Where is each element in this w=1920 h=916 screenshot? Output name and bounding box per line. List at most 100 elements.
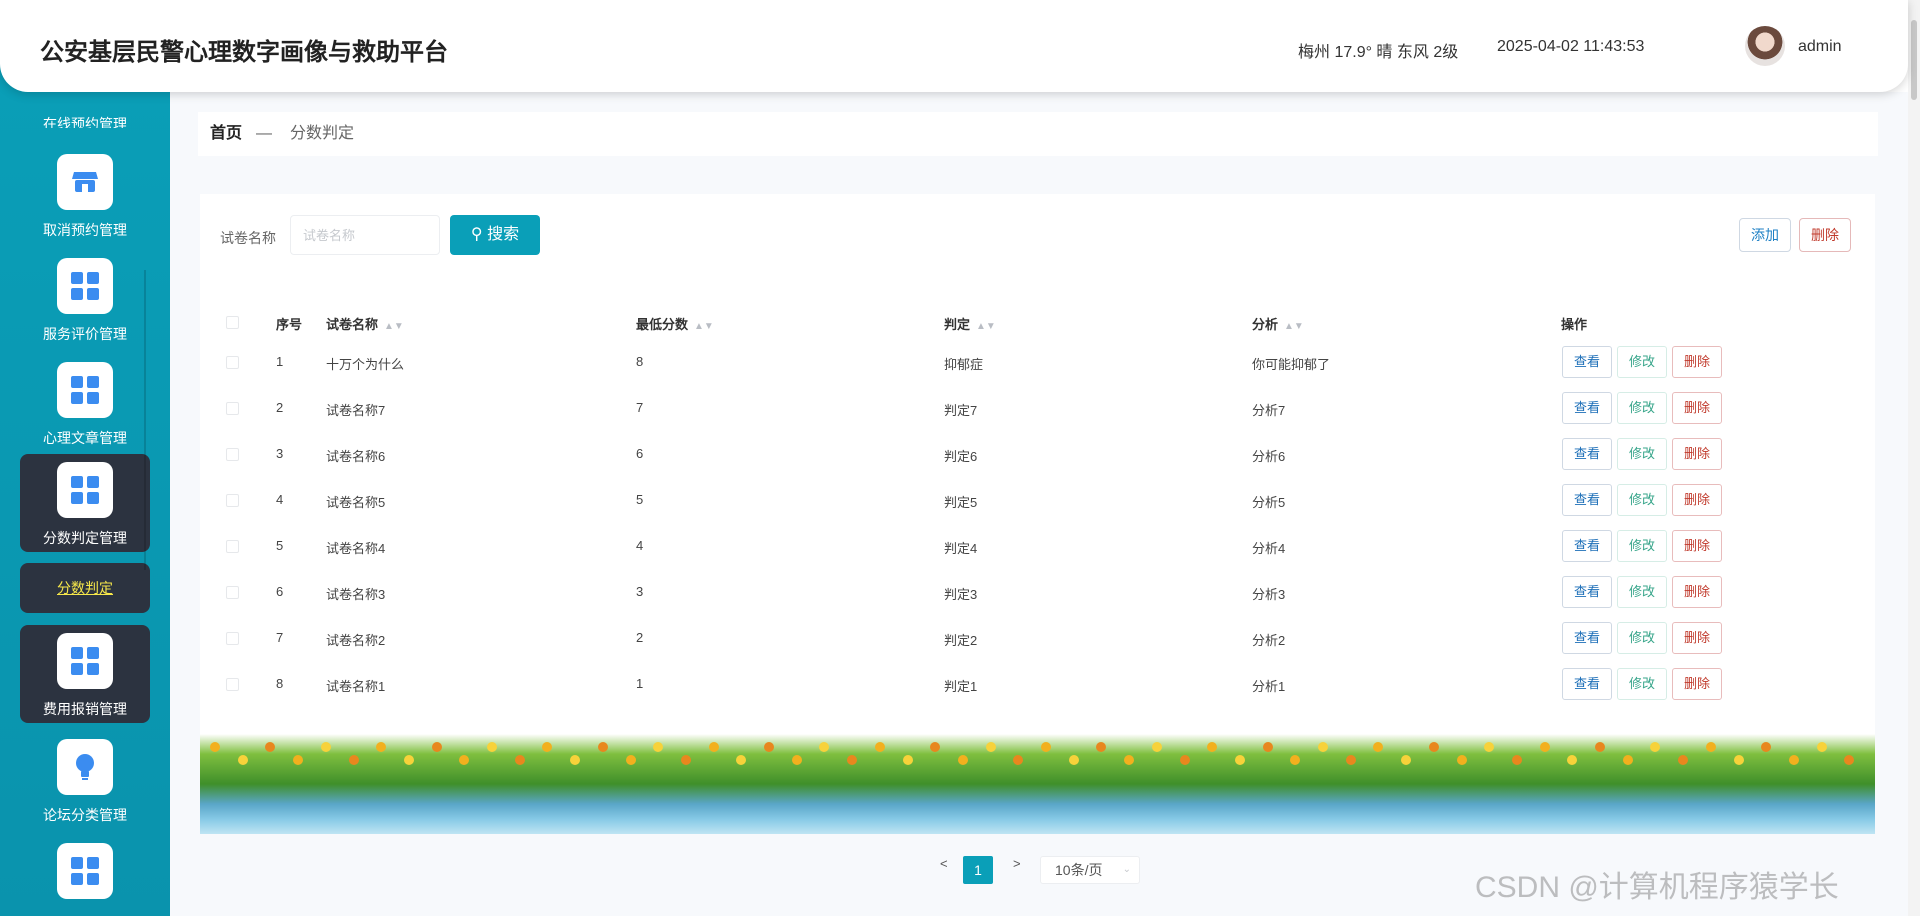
sidebar-item-cancel-booking[interactable]: 取消预约管理	[20, 146, 150, 244]
store-icon	[57, 154, 113, 210]
sort-icon[interactable]: ▲▼	[976, 321, 996, 332]
view-button[interactable]: 查看	[1562, 438, 1612, 470]
sidebar-item-more[interactable]	[20, 835, 150, 916]
flower-decoration	[320, 742, 331, 752]
delete-button[interactable]: 删除	[1672, 392, 1722, 424]
view-button[interactable]: 查看	[1562, 392, 1612, 424]
delete-button[interactable]: 删除	[1672, 668, 1722, 700]
flower-decoration	[265, 742, 276, 752]
flower-decoration	[237, 755, 248, 765]
row-checkbox[interactable]	[226, 632, 239, 645]
sidebar-item-cut-label[interactable]: 在线预约管理	[0, 104, 170, 128]
sidebar-item-articles[interactable]: 心理文章管理	[20, 354, 150, 452]
username[interactable]: admin	[1798, 38, 1842, 56]
column-header-name[interactable]: 试卷名称 ▲▼	[326, 314, 404, 333]
batch-delete-button[interactable]: 删除	[1799, 218, 1851, 252]
flower-decoration	[736, 755, 747, 765]
app-title: 公安基层民警心理数字画像与救助平台	[40, 39, 448, 66]
flower-decoration	[597, 742, 608, 752]
sidebar-item-score-judgement[interactable]: 分数判定管理	[20, 454, 150, 552]
flower-decoration	[376, 742, 387, 752]
edit-button[interactable]: 修改	[1617, 622, 1667, 654]
row-checkbox[interactable]	[226, 448, 239, 461]
scrollbar-thumb[interactable]	[1911, 20, 1917, 100]
view-button[interactable]: 查看	[1562, 576, 1612, 608]
page-scrollbar[interactable]	[1908, 0, 1920, 916]
sort-icon[interactable]: ▲▼	[694, 321, 714, 332]
sidebar-subitem-label: 分数判定	[57, 580, 113, 596]
avatar[interactable]	[1745, 26, 1785, 66]
sidebar-scrollbar[interactable]	[144, 270, 146, 570]
flower-decoration	[348, 755, 359, 765]
cell-score: 8	[636, 354, 644, 369]
flower-decoration	[1151, 742, 1162, 752]
prev-page-button[interactable]: <	[940, 856, 948, 871]
edit-button[interactable]: 修改	[1617, 668, 1667, 700]
delete-button[interactable]: 删除	[1672, 484, 1722, 516]
cell-analysis: 分析6	[1252, 449, 1286, 464]
cell-analysis: 分析3	[1252, 587, 1286, 602]
cell-analysis: 分析1	[1252, 679, 1286, 694]
datetime: 2025-04-02 11:43:53	[1497, 38, 1645, 55]
page-number-current[interactable]: 1	[963, 856, 993, 884]
flower-decoration	[680, 755, 691, 765]
edit-button[interactable]: 修改	[1617, 392, 1667, 424]
next-page-button[interactable]: >	[1013, 856, 1021, 871]
sort-icon[interactable]: ▲▼	[384, 321, 404, 332]
search-input[interactable]	[290, 215, 440, 255]
edit-button[interactable]: 修改	[1617, 438, 1667, 470]
row-checkbox[interactable]	[226, 586, 239, 599]
flower-decoration	[1207, 742, 1218, 752]
sidebar-item-label: 分数判定管理	[43, 530, 127, 546]
grass-decoration	[200, 734, 1875, 834]
edit-button[interactable]: 修改	[1617, 576, 1667, 608]
sidebar-item-expense[interactable]: 费用报销管理	[20, 625, 150, 723]
delete-button[interactable]: 删除	[1672, 438, 1722, 470]
row-checkbox[interactable]	[226, 540, 239, 553]
edit-button[interactable]: 修改	[1617, 530, 1667, 562]
edit-button[interactable]: 修改	[1617, 484, 1667, 516]
page-size-select[interactable]: 10条/页 ⌄	[1040, 856, 1140, 884]
column-header-no: 序号	[276, 317, 303, 332]
flower-decoration	[1567, 755, 1578, 765]
view-button[interactable]: 查看	[1562, 530, 1612, 562]
cell-no: 8	[276, 676, 284, 691]
row-checkbox[interactable]	[226, 356, 239, 369]
grid-icon	[57, 843, 113, 899]
column-header-verdict[interactable]: 判定 ▲▼	[944, 314, 996, 333]
cell-name: 试卷名称3	[326, 587, 386, 602]
flower-decoration	[874, 742, 885, 752]
sort-icon[interactable]: ▲▼	[1284, 321, 1304, 332]
sidebar-item-label: 服务评价管理	[43, 326, 127, 342]
select-all-checkbox[interactable]	[226, 316, 239, 329]
delete-button[interactable]: 删除	[1672, 530, 1722, 562]
row-checkbox[interactable]	[226, 402, 239, 415]
search-button[interactable]: ⚲ 搜索	[450, 215, 540, 255]
view-button[interactable]: 查看	[1562, 622, 1612, 654]
sidebar-item-forum-category[interactable]: 论坛分类管理	[20, 731, 150, 829]
cell-name: 试卷名称7	[326, 403, 386, 418]
delete-button[interactable]: 删除	[1672, 576, 1722, 608]
column-header-analysis[interactable]: 分析 ▲▼	[1252, 314, 1304, 333]
delete-button[interactable]: 删除	[1672, 346, 1722, 378]
cell-verdict: 判定1	[944, 679, 978, 694]
breadcrumb-home[interactable]: 首页	[210, 112, 242, 156]
column-header-score[interactable]: 最低分数 ▲▼	[636, 314, 714, 333]
view-button[interactable]: 查看	[1562, 346, 1612, 378]
sidebar-item-service-rating[interactable]: 服务评价管理	[20, 250, 150, 348]
add-button[interactable]: 添加	[1739, 218, 1791, 252]
flower-decoration	[1428, 742, 1439, 752]
row-checkbox[interactable]	[226, 678, 239, 691]
cell-no: 3	[276, 446, 284, 461]
cell-name: 试卷名称6	[326, 449, 386, 464]
cell-score: 6	[636, 446, 644, 461]
view-button[interactable]: 查看	[1562, 484, 1612, 516]
flower-decoration	[847, 755, 858, 765]
row-checkbox[interactable]	[226, 494, 239, 507]
cell-verdict: 判定4	[944, 541, 978, 556]
edit-button[interactable]: 修改	[1617, 346, 1667, 378]
sidebar-item-label: 论坛分类管理	[43, 807, 127, 823]
view-button[interactable]: 查看	[1562, 668, 1612, 700]
delete-button[interactable]: 删除	[1672, 622, 1722, 654]
sidebar-subitem-score-judgement[interactable]: 分数判定	[20, 563, 150, 613]
